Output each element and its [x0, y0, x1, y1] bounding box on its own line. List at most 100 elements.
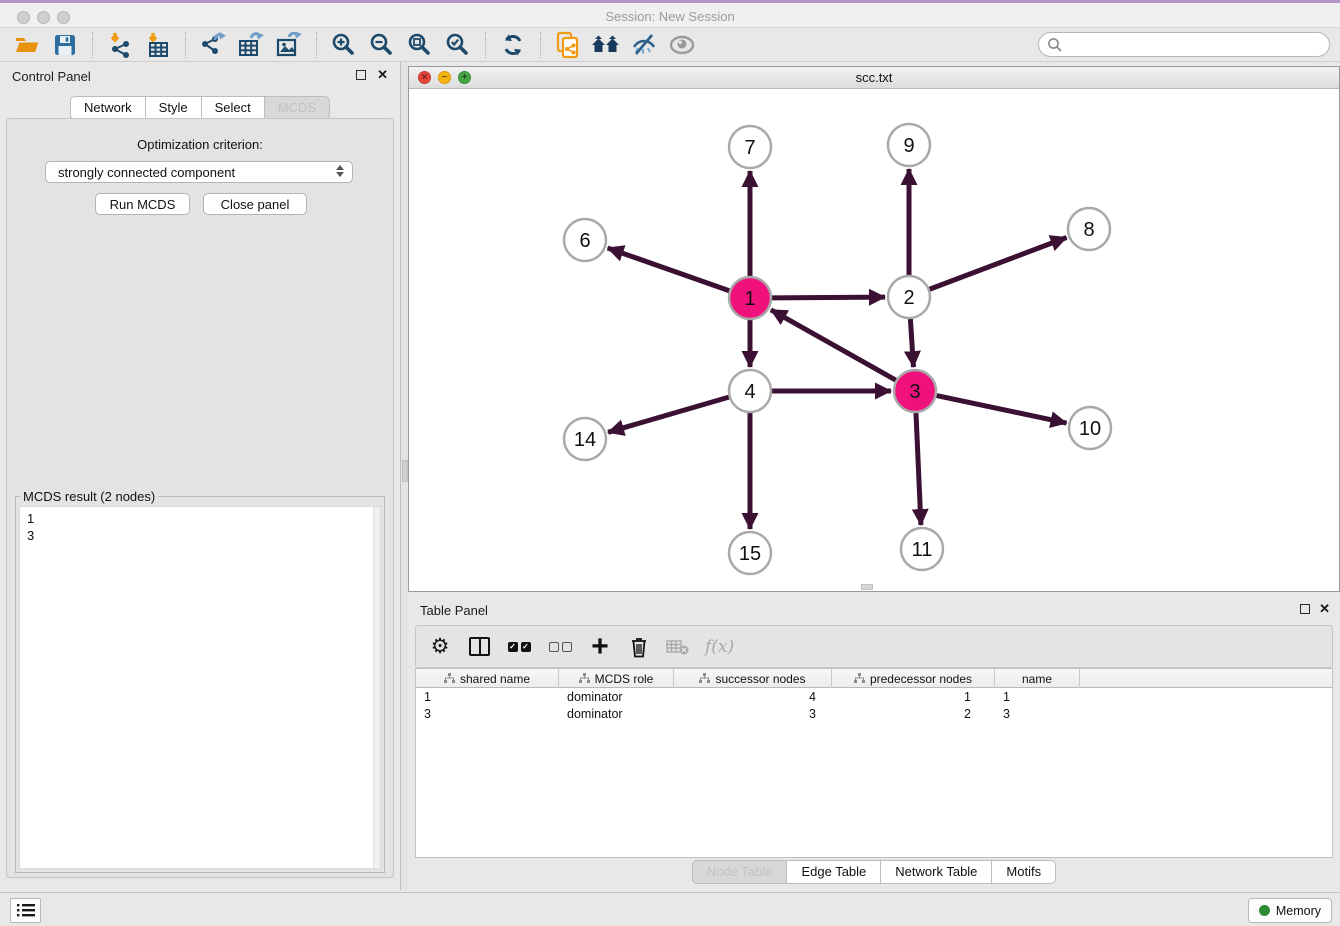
svg-text:1: 1 [744, 288, 755, 310]
edge-1-2[interactable] [772, 297, 885, 298]
cell-shared-name[interactable]: 1 [416, 690, 559, 706]
cell-name[interactable]: 3 [995, 707, 1080, 723]
cell-shared-name[interactable]: 3 [416, 707, 559, 723]
memory-status-icon [1259, 905, 1270, 916]
graph-node-1[interactable]: 1 [729, 277, 771, 319]
tab-network[interactable]: Network [70, 96, 146, 120]
graph-node-6[interactable]: 6 [564, 219, 606, 261]
import-network-icon[interactable] [105, 31, 135, 59]
svg-text:10: 10 [1079, 418, 1101, 440]
graph-node-3[interactable]: 3 [894, 370, 936, 412]
optimization-criterion-label: Optimization criterion: [7, 137, 393, 152]
cell-successor-nodes[interactable]: 3 [674, 707, 832, 723]
mcds-result-list[interactable]: 1 3 [19, 506, 381, 869]
cell-predecessor-nodes[interactable]: 2 [832, 707, 995, 723]
svg-text:7: 7 [744, 137, 755, 159]
graph-node-15[interactable]: 15 [729, 532, 771, 574]
cell-name[interactable]: 1 [995, 690, 1080, 706]
zoom-selected-icon[interactable] [443, 31, 473, 59]
table-panel-title: Table Panel [420, 603, 488, 618]
column-header-successor-nodes[interactable]: successor nodes [674, 669, 832, 688]
select-stepper-icon [336, 165, 344, 177]
list-icon [17, 903, 35, 918]
run-mcds-button[interactable]: Run MCDS [95, 193, 190, 215]
column-header-predecessor-nodes[interactable]: predecessor nodes [832, 669, 995, 688]
svg-text:4: 4 [744, 381, 755, 403]
show-columns-icon[interactable] [467, 635, 491, 659]
edge-3-1[interactable] [771, 310, 896, 380]
search-box[interactable] [1038, 32, 1330, 57]
tab-motifs[interactable]: Motifs [991, 860, 1056, 884]
function-builder-icon: f(x) [705, 635, 734, 659]
cell-mcds-role[interactable]: dominator [559, 707, 674, 723]
edge-1-6[interactable] [608, 248, 730, 291]
edge-4-14[interactable] [608, 397, 729, 432]
table-row[interactable]: 1 dominator 4 1 1 [416, 690, 1332, 706]
save-session-icon[interactable] [50, 31, 80, 59]
first-neighbors-icon[interactable] [591, 31, 621, 59]
close-table-panel-icon[interactable]: ✕ [1319, 601, 1330, 617]
graph-node-14[interactable]: 14 [564, 418, 606, 460]
zoom-out-icon[interactable] [367, 31, 397, 59]
column-type-icon [699, 673, 710, 684]
network-window-titlebar[interactable]: × − + scc.txt [409, 67, 1339, 89]
refresh-icon[interactable] [498, 31, 528, 59]
graph-node-7[interactable]: 7 [729, 126, 771, 168]
tab-mcds[interactable]: MCDS [264, 96, 330, 120]
network-graph-canvas[interactable]: 7 9 6 8 1 2 4 3 14 10 15 11 [409, 89, 1339, 592]
zoom-in-icon[interactable] [329, 31, 359, 59]
open-session-icon[interactable] [12, 31, 42, 59]
add-column-icon[interactable]: + [588, 635, 612, 659]
edge-2-8[interactable] [930, 237, 1067, 289]
zoom-fit-icon[interactable] [405, 31, 435, 59]
search-input[interactable] [1063, 37, 1313, 52]
graph-node-8[interactable]: 8 [1068, 208, 1110, 250]
svg-text:3: 3 [909, 381, 920, 403]
table-settings-gear-icon[interactable]: ⚙ [428, 635, 452, 659]
tab-edge-table[interactable]: Edge Table [786, 860, 881, 884]
show-all-icon[interactable] [667, 31, 697, 59]
optimization-criterion-select[interactable]: strongly connected component [45, 161, 353, 183]
result-scrollbar[interactable] [373, 507, 380, 868]
float-table-panel-icon[interactable] [1300, 604, 1310, 614]
network-view-window: × − + scc.txt 7 9 6 8 1 2 4 3 14 10 15 11 [408, 66, 1340, 592]
tab-select[interactable]: Select [201, 96, 265, 120]
column-type-icon [444, 673, 455, 684]
graph-node-11[interactable]: 11 [901, 528, 943, 570]
close-panel-icon[interactable]: ✕ [377, 67, 388, 83]
edge-3-11[interactable] [916, 413, 921, 525]
graph-node-10[interactable]: 10 [1069, 407, 1111, 449]
deselect-all-icon[interactable] [547, 635, 573, 659]
graph-node-9[interactable]: 9 [888, 124, 930, 166]
clone-network-icon[interactable] [553, 31, 583, 59]
tab-network-table[interactable]: Network Table [880, 860, 992, 884]
hide-selected-icon[interactable] [629, 31, 659, 59]
select-all-icon[interactable]: ✓✓ [506, 635, 532, 659]
column-header-shared-name[interactable]: shared name [416, 669, 559, 688]
close-panel-button[interactable]: Close panel [203, 193, 307, 215]
main-toolbar [0, 28, 1340, 62]
edge-2-3[interactable] [910, 319, 913, 367]
memory-button[interactable]: Memory [1248, 898, 1332, 923]
delete-column-trash-icon[interactable] [627, 635, 651, 659]
tab-style[interactable]: Style [145, 96, 202, 120]
column-header-mcds-role[interactable]: MCDS role [559, 669, 674, 688]
tab-node-table[interactable]: Node Table [692, 860, 788, 884]
export-table-icon[interactable] [236, 31, 266, 59]
import-table-icon[interactable] [143, 31, 173, 59]
task-history-button[interactable] [10, 898, 41, 923]
cell-successor-nodes[interactable]: 4 [674, 690, 832, 706]
vertical-splitter[interactable] [400, 62, 408, 890]
export-image-icon[interactable] [274, 31, 304, 59]
graph-node-4[interactable]: 4 [729, 370, 771, 412]
graph-node-2[interactable]: 2 [888, 276, 930, 318]
export-network-icon[interactable] [198, 31, 228, 59]
column-header-name[interactable]: name [995, 669, 1080, 688]
float-panel-icon[interactable] [356, 70, 366, 80]
network-resize-grip[interactable] [861, 584, 873, 590]
cell-mcds-role[interactable]: dominator [559, 690, 674, 706]
table-row[interactable]: 3 dominator 3 2 3 [416, 707, 1332, 723]
edge-3-10[interactable] [937, 396, 1067, 423]
cell-predecessor-nodes[interactable]: 1 [832, 690, 995, 706]
memory-label: Memory [1276, 904, 1321, 918]
